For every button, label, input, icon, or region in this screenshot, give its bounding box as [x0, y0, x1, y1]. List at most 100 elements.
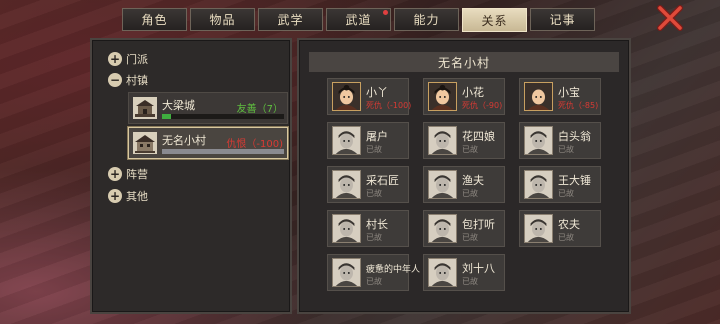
- tab-label: 武学: [277, 13, 304, 27]
- man-portrait-icon: [429, 171, 456, 198]
- close-x-icon: [657, 5, 683, 31]
- character-card[interactable]: 刘十八 已故: [423, 254, 505, 291]
- character-status: 已故: [558, 233, 574, 242]
- character-name: 小花: [462, 86, 484, 99]
- portrait-frame: [428, 170, 457, 199]
- tree-node-label: 阵营: [126, 168, 148, 181]
- portrait-frame: [332, 258, 361, 287]
- place-item-nameless-village[interactable]: 无名小村 仇恨（-100): [128, 127, 288, 159]
- tab-bar: 角色 物品 武学 武道 能力 关系 记事: [122, 8, 595, 32]
- tab-abilities[interactable]: 能力: [394, 8, 459, 31]
- character-status: 已故: [366, 277, 382, 286]
- character-status: 已故: [558, 145, 574, 154]
- portrait-frame: [332, 82, 361, 111]
- character-status: 已故: [462, 145, 478, 154]
- village-house-icon: [133, 132, 157, 154]
- man-portrait-icon: [429, 215, 456, 242]
- collapse-minus-icon: −: [108, 73, 122, 87]
- portrait-frame: [428, 126, 457, 155]
- character-card[interactable]: 包打听 已故: [423, 210, 505, 247]
- girl-portrait-icon: [333, 83, 360, 110]
- character-name: 小宝: [558, 86, 580, 99]
- city-gate-icon: [133, 97, 157, 119]
- place-item-daliang[interactable]: 大梁城 友善（7）: [128, 92, 288, 124]
- character-card[interactable]: 小宝死仇（-85): [519, 78, 601, 115]
- character-status: 死仇（-90): [462, 101, 503, 110]
- tab-label: 能力: [413, 13, 440, 27]
- tab-journal[interactable]: 记事: [530, 8, 595, 31]
- portrait-frame: [428, 82, 457, 111]
- place-title-bar: 无名小村: [309, 52, 619, 72]
- expand-plus-icon: +: [108, 52, 122, 66]
- character-name: 农夫: [558, 218, 580, 231]
- character-card[interactable]: 花四娘 已故: [423, 122, 505, 159]
- character-card[interactable]: 白头翁 已故: [519, 122, 601, 159]
- tab-items[interactable]: 物品: [190, 8, 255, 31]
- character-card[interactable]: 屠户 已故: [327, 122, 409, 159]
- tree-node-camp[interactable]: + 阵营: [108, 166, 148, 182]
- character-name: 渔夫: [462, 174, 484, 187]
- tab-character[interactable]: 角色: [122, 8, 187, 31]
- portrait-frame: [524, 214, 553, 243]
- woman-portrait-icon: [429, 127, 456, 154]
- tree-node-label: 村镇: [126, 74, 148, 87]
- character-status: 已故: [366, 145, 382, 154]
- relation-bar: [162, 114, 284, 119]
- tab-label: 关系: [481, 13, 508, 28]
- character-status: 死仇（-100): [366, 101, 412, 110]
- tree-node-label: 其他: [126, 190, 148, 203]
- place-title: 无名小村: [437, 55, 490, 70]
- character-status: 已故: [462, 277, 478, 286]
- portrait-frame: [332, 126, 361, 155]
- character-card[interactable]: 渔夫 已故: [423, 166, 505, 203]
- character-card[interactable]: 村长 已故: [327, 210, 409, 247]
- girl-portrait-icon: [429, 83, 456, 110]
- tab-label: 角色: [141, 13, 168, 27]
- expand-plus-icon: +: [108, 189, 122, 203]
- man-portrait-icon: [333, 259, 360, 286]
- man-portrait-icon: [525, 215, 552, 242]
- expand-plus-icon: +: [108, 167, 122, 181]
- character-status: 已故: [366, 189, 382, 198]
- tab-label: 武道: [345, 13, 372, 27]
- man-portrait-icon: [333, 127, 360, 154]
- tree-node-town[interactable]: − 村镇: [108, 72, 148, 88]
- place-name: 无名小村: [162, 134, 206, 147]
- relation-bar-fill: [162, 114, 171, 119]
- relation-value: 仇恨（-100): [226, 139, 283, 150]
- character-card[interactable]: 农夫 已故: [519, 210, 601, 247]
- portrait-frame: [524, 170, 553, 199]
- character-name: 疲惫的中年人: [366, 265, 421, 275]
- portrait-frame: [428, 214, 457, 243]
- faction-tree-panel: + 门派 − 村镇 大梁城 友善（7） 无名小村 仇恨（-100) + 阵营 +…: [90, 38, 292, 314]
- character-status: 已故: [462, 189, 478, 198]
- portrait-frame: [524, 82, 553, 111]
- notification-dot: [383, 10, 388, 15]
- character-card[interactable]: 小花死仇（-90): [423, 78, 505, 115]
- tree-node-sect[interactable]: + 门派: [108, 51, 148, 67]
- man-portrait-icon: [429, 259, 456, 286]
- close-button[interactable]: [656, 5, 684, 31]
- character-name: 包打听: [462, 218, 495, 231]
- character-status: 死仇（-85): [558, 101, 599, 110]
- character-name: 刘十八: [462, 262, 495, 275]
- tree-node-other[interactable]: + 其他: [108, 188, 148, 204]
- tab-relations[interactable]: 关系: [462, 8, 527, 32]
- character-name: 屠户: [366, 130, 388, 143]
- relation-bar-fill: [162, 149, 284, 154]
- character-name: 小丫: [366, 86, 388, 99]
- old-man-portrait-icon: [333, 215, 360, 242]
- character-name: 采石匠: [366, 174, 399, 187]
- character-card[interactable]: 小丫死仇（-100): [327, 78, 412, 115]
- tree-node-label: 门派: [126, 53, 148, 66]
- character-card[interactable]: 王大锤 已故: [519, 166, 601, 203]
- character-name: 王大锤: [558, 174, 591, 187]
- tab-martial-way[interactable]: 武道: [326, 8, 391, 31]
- character-card[interactable]: 采石匠 已故: [327, 166, 409, 203]
- tab-martial-arts[interactable]: 武学: [258, 8, 323, 31]
- character-status: 已故: [366, 233, 382, 242]
- tab-label: 记事: [549, 13, 576, 27]
- character-card[interactable]: 疲惫的中年人 已故: [327, 254, 420, 291]
- portrait-frame: [524, 126, 553, 155]
- man-portrait-icon: [525, 171, 552, 198]
